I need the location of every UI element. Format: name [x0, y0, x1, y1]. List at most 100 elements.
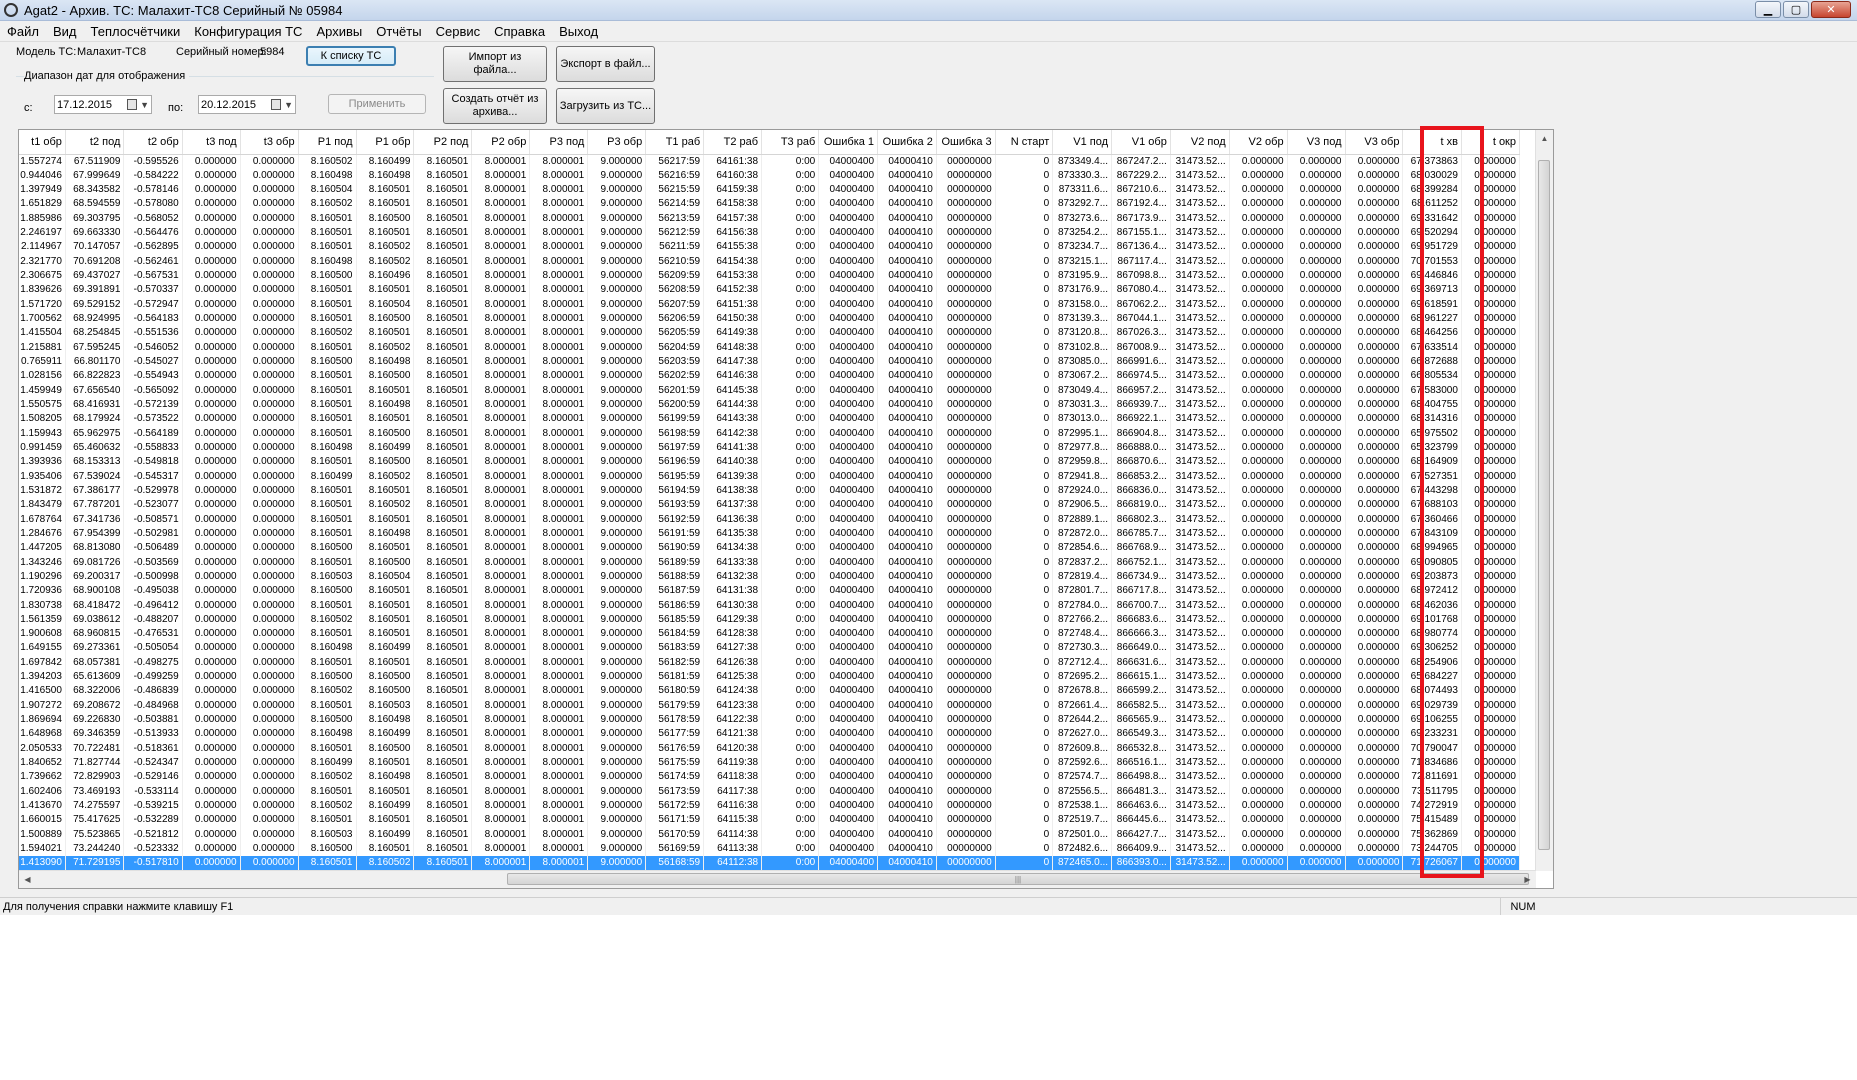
- table-row[interactable]: 0.991459 65.460632 -0.558833 0.000000 0.0000…: [19, 440, 1521, 456]
- column-header[interactable]: T3 раб: [761, 130, 820, 155]
- column-header[interactable]: P2 под: [413, 130, 473, 155]
- table-row[interactable]: 1.159943 65.962975 -0.564189 0.000000 0.0000…: [19, 426, 1521, 441]
- table-row[interactable]: 1.416500 68.322006 -0.486839 0.000000 0.0000…: [19, 684, 1521, 699]
- column-header[interactable]: P1 под: [298, 130, 357, 155]
- table-row[interactable]: 1.843479 67.787201 -0.523077 0.000000 0.0000…: [19, 498, 1521, 513]
- table-row[interactable]: 1.907272 69.208672 -0.484968 0.000000 0.0000…: [19, 698, 1521, 713]
- menu-heat-meters[interactable]: Теплосчётчики: [84, 24, 188, 39]
- column-header[interactable]: P3 под: [529, 130, 589, 155]
- column-header[interactable]: P2 обр: [471, 130, 531, 155]
- column-header[interactable]: V3 обр: [1345, 130, 1404, 155]
- column-header[interactable]: T2 раб: [703, 130, 763, 155]
- table-row[interactable]: 1.700562 68.924995 -0.564183 0.000000 0.0000…: [19, 311, 1521, 327]
- from-date-picker[interactable]: 17.12.2015 ▼: [54, 95, 152, 114]
- menu-exit[interactable]: Выход: [552, 24, 605, 39]
- minimize-button[interactable]: ▁: [1755, 1, 1781, 18]
- table-row[interactable]: 2.321770 70.691208 -0.562461 0.000000 0.0000…: [19, 254, 1521, 269]
- table-row[interactable]: 1.830738 68.418472 -0.496412 0.000000 0.0000…: [19, 598, 1521, 613]
- close-button[interactable]: ✕: [1811, 1, 1851, 18]
- horizontal-scroll-thumb[interactable]: |||: [507, 873, 1529, 885]
- table-row[interactable]: 1.900608 68.960815 -0.476531 0.000000 0.0000…: [19, 627, 1521, 642]
- table-row[interactable]: 1.550575 68.416931 -0.572139 0.000000 0.0000…: [19, 397, 1521, 413]
- column-header[interactable]: t2 под: [65, 130, 125, 155]
- table-row[interactable]: 1.393936 68.153313 -0.549818 0.000000 0.0000…: [19, 455, 1521, 470]
- to-date-picker[interactable]: 20.12.2015 ▼: [198, 95, 296, 114]
- table-row[interactable]: 1.602406 73.469193 -0.533114 0.000000 0.0000…: [19, 784, 1521, 799]
- create-report-button[interactable]: Создать отчёт из архива...: [443, 88, 547, 124]
- table-row[interactable]: 1.649155 69.273361 -0.505054 0.000000 0.0000…: [19, 641, 1521, 656]
- table-row[interactable]: 1.190296 69.200317 -0.500998 0.000000 0.0000…: [19, 569, 1521, 585]
- column-header[interactable]: Ошибка 2: [877, 130, 937, 155]
- table-row[interactable]: 1.459949 67.656540 -0.565092 0.000000 0.0000…: [19, 383, 1521, 398]
- table-row[interactable]: 0.944046 67.999649 -0.584222 0.000000 0.0000…: [19, 168, 1521, 183]
- table-row[interactable]: 1.739662 72.829903 -0.529146 0.000000 0.0000…: [19, 770, 1521, 785]
- table-row[interactable]: 1.651829 68.594559 -0.578080 0.000000 0.0000…: [19, 197, 1521, 212]
- table-row[interactable]: 0.765911 66.801170 -0.545027 0.000000 0.0000…: [19, 354, 1521, 370]
- column-header[interactable]: V1 обр: [1111, 130, 1171, 155]
- table-row[interactable]: 1.343246 69.081726 -0.503569 0.000000 0.0000…: [19, 555, 1521, 570]
- table-row[interactable]: 1.720936 68.900108 -0.495038 0.000000 0.0000…: [19, 584, 1521, 599]
- table-row[interactable]: 1.394203 65.613609 -0.499259 0.000000 0.0000…: [19, 669, 1521, 685]
- menu-archives[interactable]: Архивы: [309, 24, 369, 39]
- column-header[interactable]: t хв: [1402, 130, 1462, 155]
- table-row[interactable]: 2.050533 70.722481 -0.518361 0.000000 0.0000…: [19, 741, 1521, 756]
- table-row[interactable]: 1.594021 73.244240 -0.523332 0.000000 0.0000…: [19, 841, 1521, 857]
- column-header[interactable]: P1 обр: [356, 130, 415, 155]
- table-row[interactable]: 1.885986 69.303795 -0.568052 0.000000 0.0000…: [19, 211, 1521, 226]
- column-header[interactable]: t окр: [1461, 130, 1521, 155]
- column-header[interactable]: V2 под: [1170, 130, 1230, 155]
- import-button[interactable]: Импорт из файла...: [443, 46, 547, 82]
- table-row[interactable]: 1.660015 75.417625 -0.532289 0.000000 0.0000…: [19, 813, 1521, 828]
- table-row[interactable]: 2.306675 69.437027 -0.567531 0.000000 0.0000…: [19, 268, 1521, 284]
- table-row[interactable]: 1.678764 67.341736 -0.508571 0.000000 0.0000…: [19, 512, 1521, 527]
- menu-service[interactable]: Сервис: [429, 24, 488, 39]
- column-header[interactable]: N старт: [995, 130, 1054, 155]
- table-row[interactable]: 1.500889 75.523865 -0.521812 0.000000 0.0000…: [19, 827, 1521, 842]
- column-header[interactable]: Ошибка 3: [936, 130, 996, 155]
- calendar-icon[interactable]: ▼: [127, 98, 149, 111]
- table-row[interactable]: 1.447205 68.813080 -0.506489 0.000000 0.0000…: [19, 541, 1521, 556]
- table-row[interactable]: 1.557274 67.511909 -0.595526 0.000000 0.0000…: [19, 154, 1521, 169]
- table-row[interactable]: 1.415504 68.254845 -0.551536 0.000000 0.0000…: [19, 326, 1521, 341]
- menu-view[interactable]: Вид: [46, 24, 84, 39]
- column-header[interactable]: Ошибка 1: [818, 130, 879, 155]
- table-row[interactable]: 1.561359 69.038612 -0.488207 0.000000 0.0000…: [19, 612, 1521, 627]
- export-button[interactable]: Экспорт в файл...: [556, 46, 655, 82]
- archive-table[interactable]: t1 обр t2 под t2 обр t3 под t3 обр P1 под P1 о…: [18, 129, 1554, 889]
- table-row[interactable]: 1.648968 69.346359 -0.513933 0.000000 0.0000…: [19, 727, 1521, 742]
- menu-file[interactable]: Файл: [0, 24, 46, 39]
- maximize-button[interactable]: ▢: [1783, 1, 1809, 18]
- scroll-up-icon[interactable]: ▲: [1536, 130, 1553, 147]
- table-row[interactable]: 2.246197 69.663330 -0.564476 0.000000 0.0000…: [19, 225, 1521, 241]
- horizontal-scrollbar[interactable]: ◀ ||| ▶: [19, 870, 1536, 888]
- calendar-icon[interactable]: ▼: [271, 98, 293, 111]
- vertical-scroll-thumb[interactable]: [1538, 160, 1550, 850]
- column-header[interactable]: V3 под: [1287, 130, 1346, 155]
- menu-reports[interactable]: Отчёты: [369, 24, 428, 39]
- menu-help[interactable]: Справка: [487, 24, 552, 39]
- table-row[interactable]: 1.697842 68.057381 -0.498275 0.000000 0.0000…: [19, 655, 1521, 670]
- table-row[interactable]: 1.869694 69.226830 -0.503881 0.000000 0.0000…: [19, 712, 1521, 728]
- column-header[interactable]: t2 обр: [123, 130, 183, 155]
- table-row[interactable]: 1.215881 67.595245 -0.546052 0.000000 0.0000…: [19, 340, 1521, 355]
- table-row[interactable]: 1.571720 69.529152 -0.572947 0.000000 0.0000…: [19, 297, 1521, 312]
- table-row[interactable]: 1.397949 68.343582 -0.578146 0.000000 0.0000…: [19, 182, 1521, 198]
- scroll-right-icon[interactable]: ▶: [1519, 871, 1536, 888]
- column-header[interactable]: t3 под: [182, 130, 241, 155]
- column-header[interactable]: T1 раб: [645, 130, 705, 155]
- vertical-scrollbar[interactable]: ▲: [1535, 130, 1553, 871]
- table-row[interactable]: 1.284676 67.954399 -0.502981 0.000000 0.0000…: [19, 526, 1521, 542]
- column-header[interactable]: t1 обр: [19, 130, 66, 155]
- table-row[interactable]: 1.508205 68.179924 -0.573522 0.000000 0.0000…: [19, 412, 1521, 427]
- apply-button[interactable]: Применить: [328, 94, 426, 114]
- table-row[interactable]: 2.114967 70.147057 -0.562895 0.000000 0.0000…: [19, 240, 1521, 255]
- column-header[interactable]: V2 обр: [1229, 130, 1288, 155]
- to-list-button[interactable]: К списку ТС: [306, 46, 396, 66]
- table-row[interactable]: 1.531872 67.386177 -0.529978 0.000000 0.0000…: [19, 483, 1521, 499]
- table-row[interactable]: 1.935406 67.539024 -0.545317 0.000000 0.0000…: [19, 469, 1521, 484]
- table-row[interactable]: 1.839626 69.391891 -0.570337 0.000000 0.0000…: [19, 283, 1521, 298]
- column-header[interactable]: V1 под: [1052, 130, 1113, 155]
- table-row[interactable]: 1.413090 71.729195 -0.517810 0.000000 0.0000…: [19, 856, 1521, 871]
- scroll-left-icon[interactable]: ◀: [19, 871, 36, 888]
- table-row[interactable]: 1.413670 74.275597 -0.539215 0.000000 0.0000…: [19, 798, 1521, 814]
